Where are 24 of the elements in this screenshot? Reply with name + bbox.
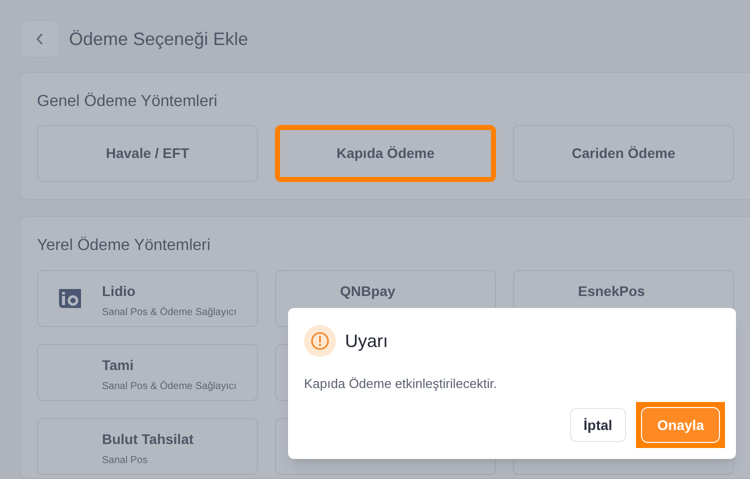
provider-name: Tami <box>102 356 135 374</box>
provider-type: Sanal Pos <box>102 454 149 468</box>
provider-card[interactable]: Lidio Sanal Pos & Ödeme Sağlayıcı <box>37 270 258 327</box>
confirm-button[interactable]: Onayla <box>642 408 719 442</box>
chevron-left-icon <box>36 33 44 45</box>
provider-name: Lidio <box>102 282 136 300</box>
provider-type: Sanal Pos & Ödeme Sağlayıcı <box>102 306 237 320</box>
back-button[interactable] <box>20 20 60 58</box>
section-title: Genel Ödeme Yöntemleri <box>37 92 218 112</box>
warning-icon <box>304 325 336 357</box>
dialog-title: Uyarı <box>345 330 388 353</box>
provider-name: Bulut Tahsilat <box>102 430 194 448</box>
section-title: Yerel Ödeme Yöntemleri <box>37 236 212 256</box>
dialog-message: Kapıda Ödeme etkinleştirilecektir. <box>304 375 498 393</box>
provider-card[interactable]: Tami Sanal Pos & Ödeme Sağlayıcı <box>37 344 258 401</box>
payment-method-card[interactable]: Havale / EFT <box>37 125 258 182</box>
provider-name: EsnekPos <box>578 282 645 300</box>
provider-card[interactable]: Bulut Tahsilat Sanal Pos <box>37 418 258 475</box>
page-title: Ödeme Seçeneği Ekle <box>69 28 248 51</box>
cancel-button[interactable]: İptal <box>570 408 626 442</box>
payment-method-card[interactable]: Kapıda Ödeme <box>275 125 496 182</box>
provider-type: Sanal Pos & Ödeme Sağlayıcı <box>102 380 237 394</box>
provider-name: QNBpay <box>340 282 396 300</box>
payment-method-card[interactable]: Cariden Ödeme <box>513 125 734 182</box>
